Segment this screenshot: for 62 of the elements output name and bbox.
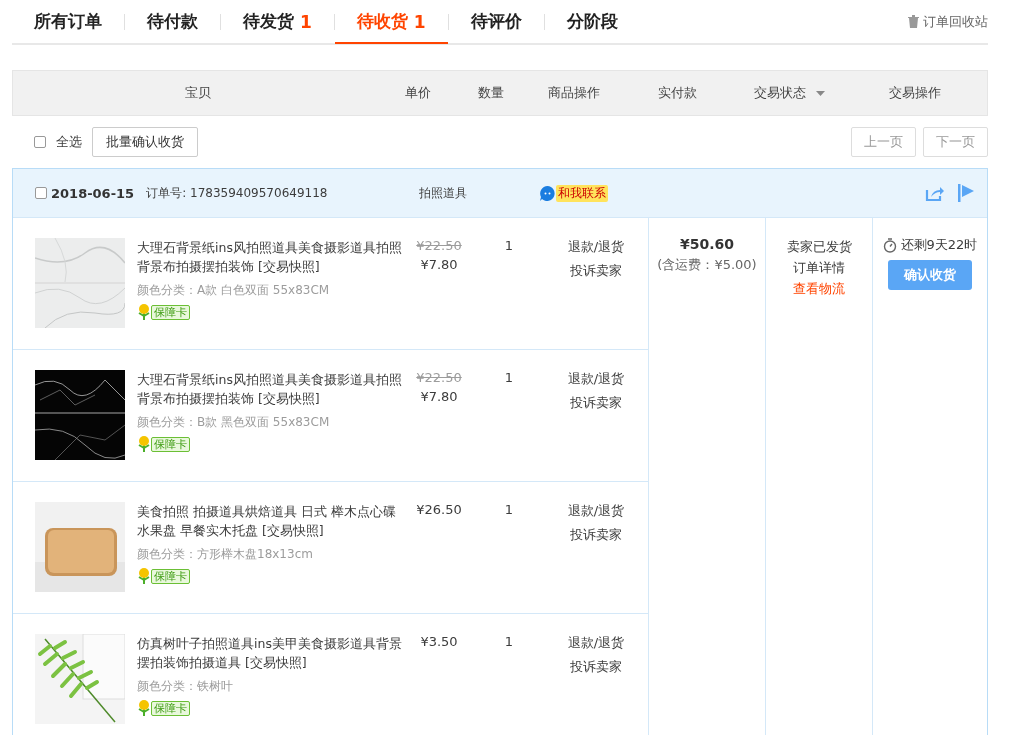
order-status: 卖家已发货	[786, 238, 852, 256]
product-spec: 颜色分类：铁树叶	[137, 678, 233, 695]
column-header: 交易操作	[889, 84, 941, 102]
tab[interactable]: 待评价	[448, 1, 544, 44]
flower-icon	[137, 568, 151, 584]
item-action-link[interactable]: 退款/退货	[567, 238, 625, 256]
caret-icon[interactable]	[816, 90, 825, 96]
flag-icon[interactable]	[957, 184, 975, 202]
shipping-fee: (含运费：¥5.00)	[657, 256, 757, 274]
chat-bubble-icon	[539, 184, 557, 202]
order-number: 订单号: 178359409570649118	[146, 184, 328, 202]
quantity: 1	[504, 238, 514, 253]
item-action-link[interactable]: 投诉卖家	[570, 394, 622, 412]
item-action-link[interactable]: 退款/退货	[567, 634, 625, 652]
product-title[interactable]: 大理石背景纸ins风拍照道具美食摄影道具拍照背景布拍摄摆拍装饰 [交易快照]	[137, 238, 404, 276]
tab[interactable]: 所有订单	[12, 1, 124, 44]
product-spec: 颜色分类：A款 白色双面 55x83CM	[137, 282, 330, 299]
checkbox[interactable]	[34, 136, 46, 148]
quantity: 1	[504, 502, 514, 517]
trash-icon	[908, 15, 919, 28]
recycle-bin-link[interactable]: 订单回收站	[908, 12, 988, 31]
flower-icon	[137, 700, 151, 716]
column-header: 单价	[405, 84, 431, 102]
unit-price: ¥7.80	[420, 257, 458, 272]
item-action-link[interactable]: 投诉卖家	[570, 658, 622, 676]
product-spec: 颜色分类：B款 黑色双面 55x83CM	[137, 414, 330, 431]
product-title[interactable]: 仿真树叶子拍照道具ins美甲美食摄影道具背景摆拍装饰拍摄道具 [交易快照]	[137, 634, 404, 672]
item-action-link[interactable]: 投诉卖家	[570, 526, 622, 544]
share-icon[interactable]	[925, 184, 945, 202]
column-header: 交易状态	[754, 84, 806, 102]
checkbox-label: 全选	[56, 133, 82, 151]
column-header: 数量	[478, 84, 504, 102]
product-title[interactable]: 美食拍照 拍摄道具烘焙道具 日式 榉木点心碟水果盘 早餐实木托盘 [交易快照]	[137, 502, 404, 540]
total-paid: ¥50.60	[680, 236, 734, 252]
quantity: 1	[504, 634, 514, 649]
tab[interactable]: 待发货 1	[221, 1, 334, 44]
tab[interactable]: 分阶段	[544, 1, 640, 44]
batch-confirm-button[interactable]: 批量确认收货	[92, 127, 198, 157]
product-spec: 颜色分类：方形榉木盘18x13cm	[137, 546, 313, 563]
unit-price: ¥3.50	[420, 634, 458, 649]
column-header: 商品操作	[548, 84, 600, 102]
column-header: 实付款	[658, 84, 697, 102]
product-title[interactable]: 大理石背景纸ins风拍照道具美食摄影道具拍照背景布拍摄摆拍装饰 [交易快照]	[137, 370, 404, 408]
quantity: 1	[504, 370, 514, 385]
order-date: 2018-06-15	[51, 185, 135, 201]
item-action-link[interactable]: 退款/退货	[567, 370, 625, 388]
shop-name[interactable]: 拍照道具	[419, 184, 540, 202]
flower-icon	[137, 436, 151, 452]
checkbox[interactable]	[35, 187, 47, 199]
original-price: ¥22.50	[416, 370, 462, 385]
flower-icon	[137, 304, 151, 320]
unit-price: ¥26.50	[416, 502, 462, 517]
unit-price: ¥7.80	[420, 389, 458, 404]
tab[interactable]: 待付款	[125, 1, 220, 44]
original-price: ¥22.50	[416, 238, 462, 253]
item-action-link[interactable]: 退款/退货	[567, 502, 625, 520]
stopwatch-icon	[882, 237, 897, 253]
countdown-text: 还剩9天22时	[900, 236, 978, 254]
item-action-link[interactable]: 投诉卖家	[570, 262, 622, 280]
logistics-link[interactable]: 查看物流	[793, 278, 845, 299]
column-header: 宝贝	[185, 84, 211, 102]
order-detail-link[interactable]: 订单详情	[793, 257, 845, 278]
